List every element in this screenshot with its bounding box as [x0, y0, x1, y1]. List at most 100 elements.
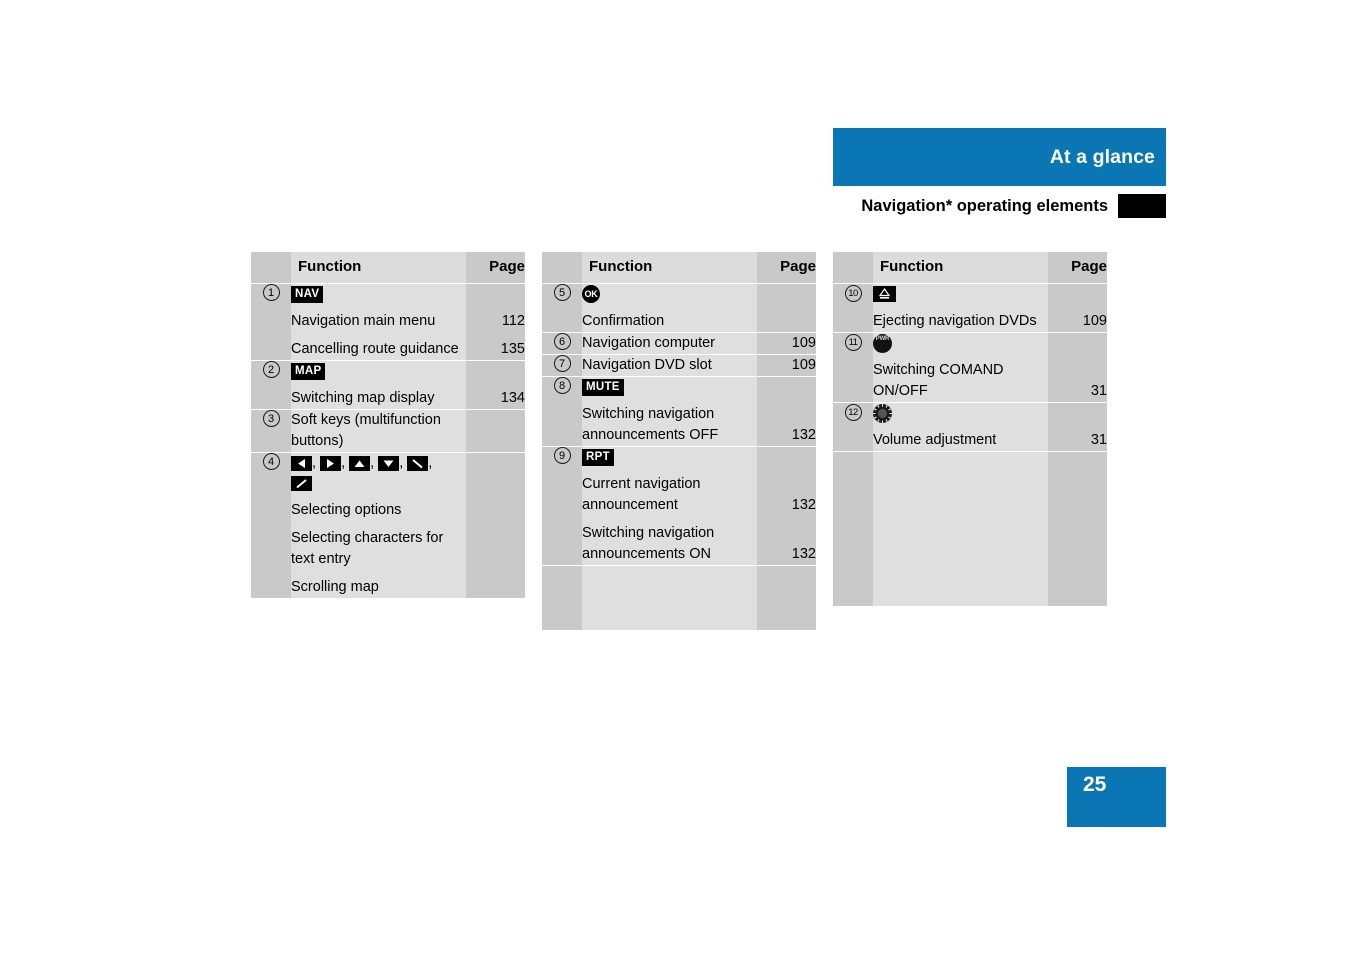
page-number-value: 25 — [1083, 773, 1107, 796]
row-page-cell — [757, 283, 816, 333]
callout-number-9: 9 — [553, 447, 571, 464]
page-spacer — [1048, 284, 1107, 304]
function-description: Selecting characters for text entry — [291, 530, 444, 567]
table-row: 10 Ejecting navigation DVDs 109 — [833, 283, 1107, 333]
filler-cell-page — [1048, 451, 1107, 606]
callout-number-3: 3 — [262, 410, 280, 427]
reference-table-column-2: Function Page 5 OK Confirmation 6 Navigation … — [542, 252, 816, 630]
arrow-right-key-icon — [320, 455, 342, 471]
row-function-cell: Volume adjustment — [873, 402, 1048, 452]
page-header: At a glance Navigation* operating elemen… — [833, 128, 1166, 220]
page-spacer — [757, 284, 816, 304]
row-function-cell: RPT Current navigation announcement Switch… — [582, 446, 757, 566]
filler-cell-function — [582, 565, 757, 630]
page-reference — [757, 311, 816, 332]
filler-cell-number — [833, 451, 873, 606]
separator-comma: , — [399, 455, 408, 471]
separator-comma: , — [370, 455, 379, 471]
table-row: 2 MAP Switching map display 134 — [251, 360, 525, 410]
page-reference: 112 — [501, 313, 525, 329]
button-glyph-group: MAP — [291, 361, 466, 381]
header-cell-number — [542, 252, 582, 284]
power-button-label: PWR — [875, 335, 890, 342]
button-glyph-group — [873, 403, 1048, 423]
header-label-page: Page — [1071, 258, 1107, 275]
function-description: Navigation main menu — [291, 313, 436, 329]
row-page-cell — [466, 409, 525, 453]
row-function-cell: NAV Navigation main menu Cancelling route … — [291, 283, 466, 361]
separator-comma: , — [341, 455, 350, 471]
row-page-cell: 109 — [1048, 283, 1107, 333]
callout-number-2: 2 — [262, 361, 280, 378]
table-body-3: Function Page 10 Ejecting navigation DVDs 1… — [833, 252, 1107, 606]
function-description: Switching navigation announcements OFF — [582, 406, 719, 443]
header-subtitle-row: Navigation* operating elements — [833, 192, 1166, 220]
chapter-marker-tab — [1118, 194, 1166, 218]
volume-knob-icon — [873, 403, 892, 423]
page-reference: 132 — [791, 546, 816, 562]
table-header-row: Function Page — [542, 252, 816, 284]
row-number-cell: 5 — [542, 283, 582, 333]
page-spacer — [466, 284, 525, 304]
page-reference: 109 — [791, 335, 816, 351]
page-reference: 134 — [500, 390, 525, 406]
row-function-cell: Ejecting navigation DVDs — [873, 283, 1048, 333]
row-number-cell: 1 — [251, 283, 291, 361]
diagonal-up-key-icon — [291, 475, 312, 491]
header-label-page: Page — [489, 258, 525, 275]
table-row: 9 RPT Current navigation announcement Switc… — [542, 446, 816, 566]
table-row: 7 Navigation DVD slot 109 — [542, 354, 816, 377]
filler-cell-number — [542, 565, 582, 630]
header-label-function: Function — [298, 258, 362, 275]
header-banner-title: At a glance — [1049, 145, 1155, 168]
table-row: 4, , , , , Selecting options Selecting ch… — [251, 452, 525, 598]
row-page-cell: 31 — [1048, 332, 1107, 403]
row-page-cell: 109 — [757, 332, 816, 355]
row-page-cell: 134 — [466, 360, 525, 410]
callout-number-6: 6 — [553, 333, 571, 350]
row-page-cell — [466, 452, 525, 598]
row-number-cell: 12 — [833, 402, 873, 452]
function-description: Switching COMAND ON/OFF — [873, 362, 1004, 399]
nav-key-icon: NAV — [291, 285, 324, 303]
function-description: Selecting options — [291, 502, 402, 518]
map-key-icon: MAP — [291, 362, 326, 380]
arrow-down-key-icon — [378, 455, 400, 471]
header-cell-page: Page — [1048, 252, 1107, 284]
table-body-1: Function Page 1 NAV Navigation main menu Canc… — [251, 252, 525, 598]
table-row: 6 Navigation computer 109 — [542, 332, 816, 355]
header-label-function: Function — [880, 258, 944, 275]
rpt-key-icon: RPT — [582, 448, 614, 466]
table-row: 12 Volume adjustment 31 — [833, 402, 1107, 452]
ok-button-icon: OK — [582, 285, 600, 304]
page-spacer — [466, 453, 525, 473]
page-reference — [466, 480, 525, 501]
callout-number-12: 12 — [844, 404, 862, 421]
table-row: 11 PWR Switching COMAND ON/OFF 31 — [833, 332, 1107, 403]
page-spacer — [466, 361, 525, 381]
row-page-cell: 109 — [757, 354, 816, 377]
row-function-cell: OK Confirmation — [582, 283, 757, 333]
button-glyph-group — [873, 284, 1048, 304]
header-cell-number — [833, 252, 873, 284]
row-number-cell: 6 — [542, 332, 582, 355]
function-description: Navigation DVD slot — [582, 357, 712, 373]
table-filler-row — [542, 565, 816, 630]
page-reference: 109 — [791, 357, 816, 373]
